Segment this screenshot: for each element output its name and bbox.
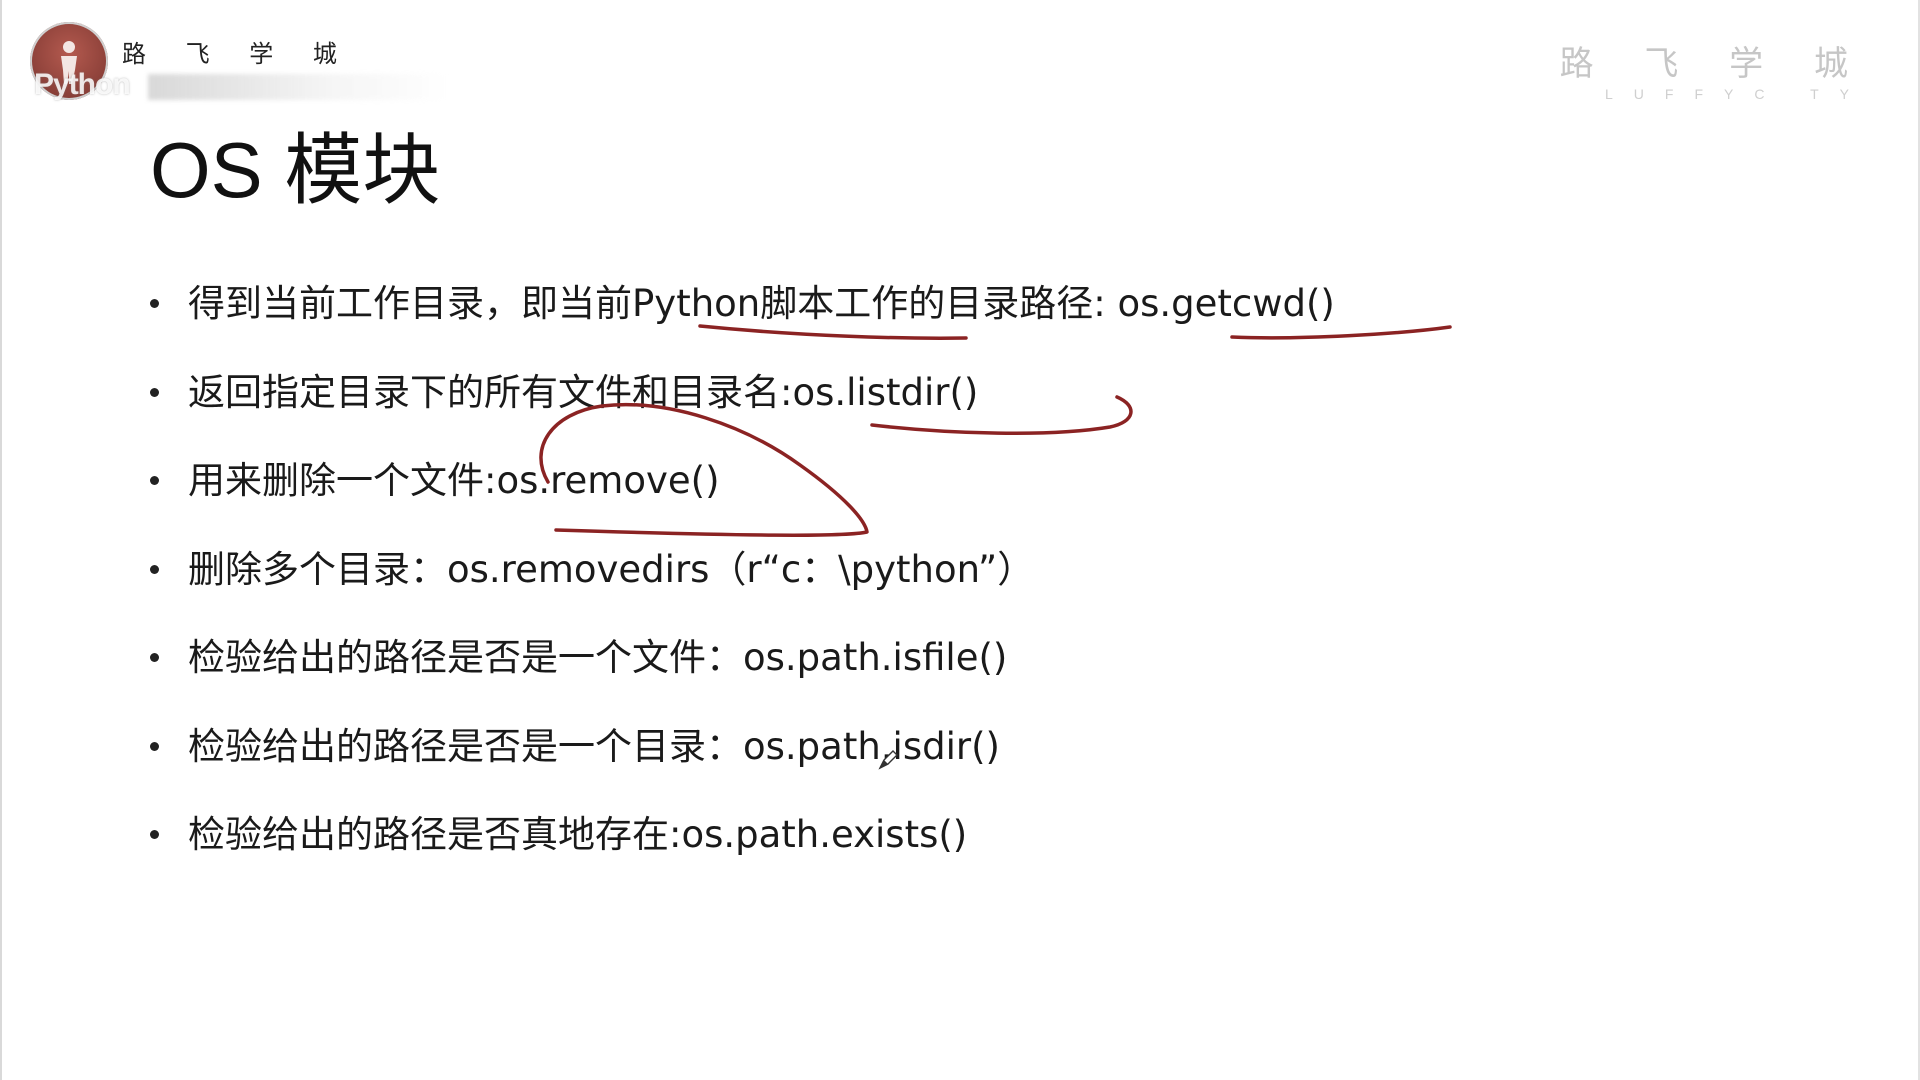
bullet-text: 返回指定目录下的所有文件和目录名:os.listdir()	[188, 370, 979, 414]
bullet-text: 用来删除一个文件:os.remove()	[188, 459, 720, 502]
watermark-chinese-name: 路 飞 学 城	[1559, 44, 1868, 84]
bullet-text: 得到当前工作目录，即当前Python脚本工作的目录路径: os.getcwd()	[188, 282, 1335, 325]
slide-title: OS 模块	[150, 126, 441, 214]
bullet-dot-icon	[150, 476, 159, 485]
logo-overlay-text: Python	[34, 68, 131, 101]
bullet-text: 删除多个目录：os.removedirs（r“c：\python”）	[188, 547, 1035, 591]
logo-chinese-name: 路 飞 学 城	[122, 40, 353, 68]
bullet-dot-icon	[150, 653, 159, 662]
slide-left-border	[0, 0, 2, 1080]
pen-cursor-icon	[878, 750, 898, 770]
logo-subtitle-smear	[148, 74, 448, 100]
bullet-dot-icon	[150, 564, 159, 574]
luffy-logo-top-left: Python 路 飞 学 城	[30, 22, 450, 102]
slide: Python 路 飞 学 城 路 飞 学 城 LUFFYC TY OS 模块 得…	[0, 0, 1920, 1080]
bullet-text: 检验给出的路径是否是一个文件：os.path.isfile()	[188, 636, 1008, 679]
bullet-dot-icon	[150, 830, 159, 839]
watermark-english-name: LUFFYC TY	[1605, 86, 1870, 102]
bullet-text: 检验给出的路径是否真地存在:os.path.exists()	[188, 813, 968, 856]
bullet-dot-icon	[150, 741, 159, 751]
bullet-dot-icon	[150, 387, 159, 397]
bullet-text: 检验给出的路径是否是一个目录：os.path.isdir()	[188, 724, 1000, 768]
bullet-dot-icon	[150, 299, 159, 308]
